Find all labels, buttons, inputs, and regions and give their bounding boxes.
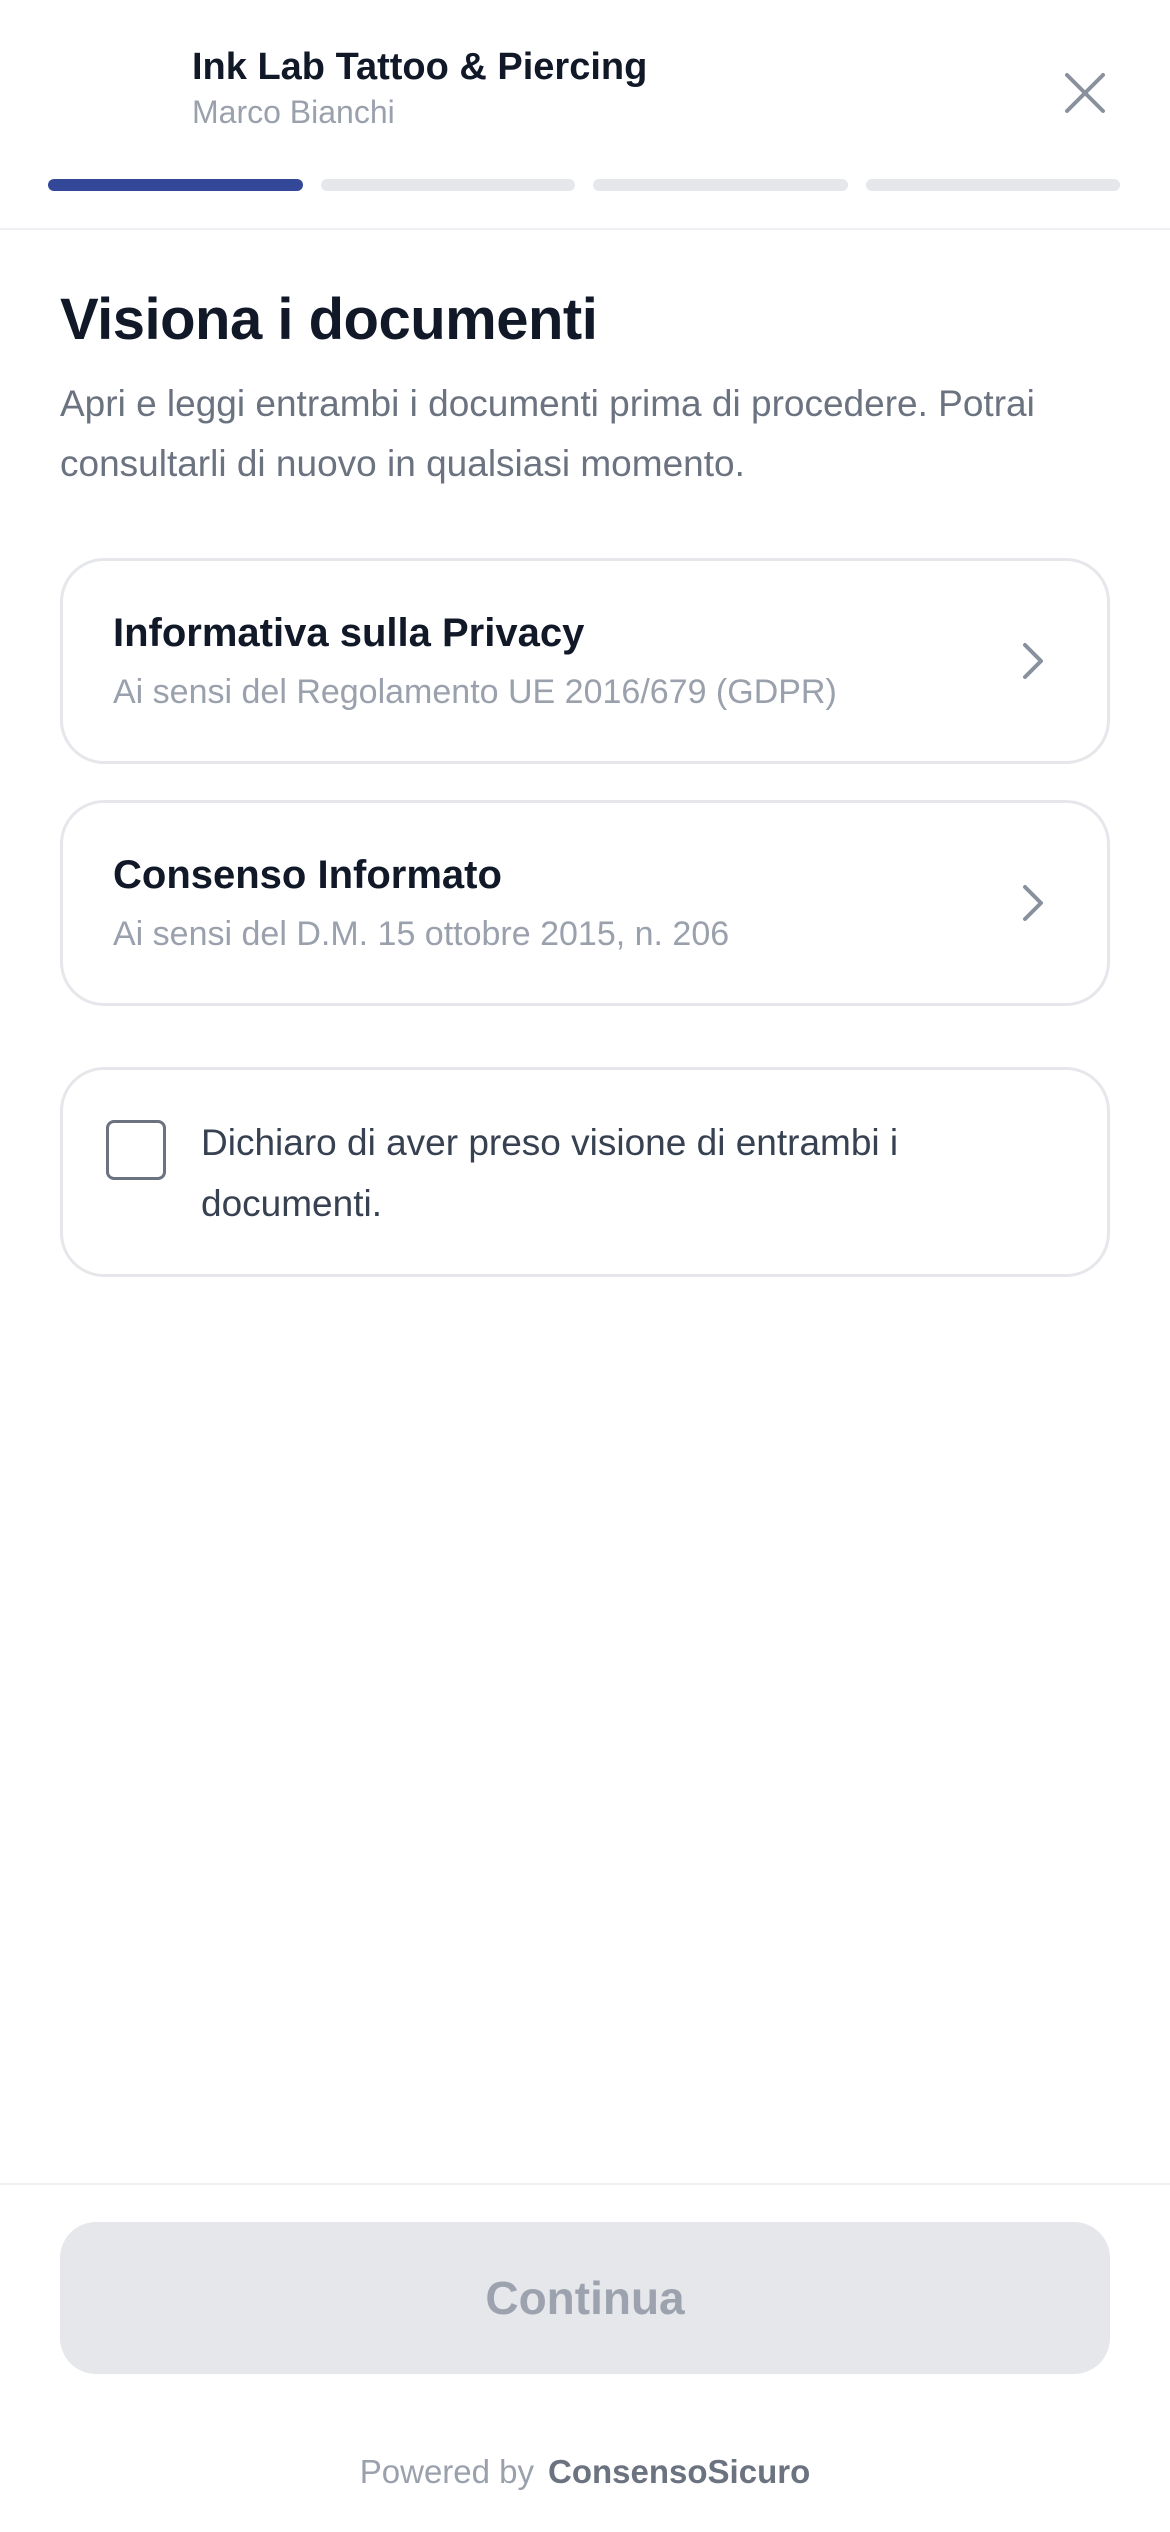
footer: Continua Powered by ConsensoSicuro xyxy=(0,2183,1170,2532)
page-title: Visiona i documenti xyxy=(60,287,598,352)
progress-step-3 xyxy=(593,179,848,191)
header: Ink Lab Tattoo & Piercing Marco Bianchi xyxy=(0,0,1170,230)
powered-by: Powered by ConsensoSicuro xyxy=(0,2453,1170,2491)
confirm-label: Dichiaro di aver preso visione di entram… xyxy=(201,1122,899,1224)
chevron-right-icon xyxy=(1009,879,1057,927)
shop-name: Ink Lab Tattoo & Piercing xyxy=(192,46,648,88)
progress-step-4 xyxy=(865,179,1120,191)
progress-step-2 xyxy=(320,179,575,191)
privacy-policy-card[interactable]: Informativa sulla Privacy Ai sensi del R… xyxy=(60,558,1110,764)
document-subtitle: Ai sensi del Regolamento UE 2016/679 (GD… xyxy=(113,673,837,711)
document-title: Informativa sulla Privacy xyxy=(113,611,585,655)
page-intro: Apri e leggi entrambi i documenti prima … xyxy=(60,383,1035,484)
document-title: Consenso Informato xyxy=(113,853,502,897)
client-name: Marco Bianchi xyxy=(192,94,395,130)
progress-step-1 xyxy=(48,179,303,191)
document-subtitle: Ai sensi del D.M. 15 ottobre 2015, n. 20… xyxy=(113,915,730,953)
confirmation-card: Dichiaro di aver preso visione di entram… xyxy=(60,1067,1110,1277)
chevron-right-icon xyxy=(1009,637,1057,685)
close-button[interactable] xyxy=(1050,58,1120,128)
powered-by-label: Powered by xyxy=(359,2453,535,2490)
step-progress xyxy=(48,179,1120,191)
confirm-checkbox[interactable] xyxy=(106,1120,166,1180)
informed-consent-card[interactable]: Consenso Informato Ai sensi del D.M. 15 … xyxy=(60,800,1110,1006)
continue-button[interactable]: Continua xyxy=(60,2222,1110,2374)
consent-flow-screen: Ink Lab Tattoo & Piercing Marco Bianchi … xyxy=(0,0,1170,2532)
brand-name: ConsensoSicuro xyxy=(548,2453,811,2490)
close-icon xyxy=(1065,73,1105,113)
